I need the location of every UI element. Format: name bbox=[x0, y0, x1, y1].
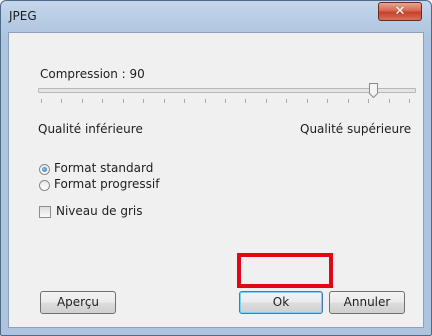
slider-tick bbox=[348, 99, 349, 103]
slider-tick bbox=[184, 99, 185, 103]
slider-tick bbox=[164, 99, 165, 103]
slider-tick bbox=[41, 99, 42, 103]
format-standard-label: Format standard bbox=[54, 161, 154, 175]
slider-tick bbox=[327, 99, 328, 103]
slider-tick bbox=[368, 99, 369, 103]
window-title: JPEG bbox=[9, 9, 37, 23]
slider-tick bbox=[102, 99, 103, 103]
format-progressive-label: Format progressif bbox=[54, 177, 160, 191]
title-bar[interactable]: JPEG ✕ bbox=[1, 1, 431, 33]
close-button[interactable]: ✕ bbox=[378, 2, 422, 21]
ok-button-highlight bbox=[237, 253, 333, 288]
jpeg-dialog: JPEG ✕ Compression : 90 Qualité inférieu… bbox=[0, 0, 432, 336]
quality-high-label: Qualité supérieure bbox=[300, 122, 412, 136]
close-icon: ✕ bbox=[394, 4, 406, 19]
slider-tick bbox=[389, 99, 390, 103]
dialog-body: Compression : 90 Qualité inférieure Qual… bbox=[8, 32, 424, 328]
slider-ticks bbox=[41, 99, 413, 104]
ok-button[interactable]: Ok bbox=[239, 291, 323, 314]
slider-tick bbox=[123, 99, 124, 103]
slider-tick bbox=[143, 99, 144, 103]
slider-tick bbox=[205, 99, 206, 103]
format-progressive-radio[interactable] bbox=[39, 180, 50, 191]
compression-slider-track[interactable] bbox=[38, 88, 416, 93]
cancel-button[interactable]: Annuler bbox=[329, 291, 405, 314]
format-standard-radio[interactable] bbox=[39, 164, 50, 175]
slider-tick bbox=[266, 99, 267, 103]
grayscale-checkbox[interactable] bbox=[39, 206, 51, 218]
grayscale-label: Niveau de gris bbox=[56, 204, 143, 218]
slider-tick bbox=[225, 99, 226, 103]
compression-label: Compression : 90 bbox=[40, 67, 145, 81]
compression-slider-thumb[interactable] bbox=[369, 83, 378, 98]
slider-tick bbox=[409, 99, 410, 103]
slider-tick bbox=[307, 99, 308, 103]
slider-tick bbox=[82, 99, 83, 103]
slider-tick bbox=[286, 99, 287, 103]
slider-tick bbox=[245, 99, 246, 103]
slider-tick bbox=[61, 99, 62, 103]
quality-low-label: Qualité inférieure bbox=[38, 122, 143, 136]
preview-button[interactable]: Aperçu bbox=[40, 291, 116, 314]
